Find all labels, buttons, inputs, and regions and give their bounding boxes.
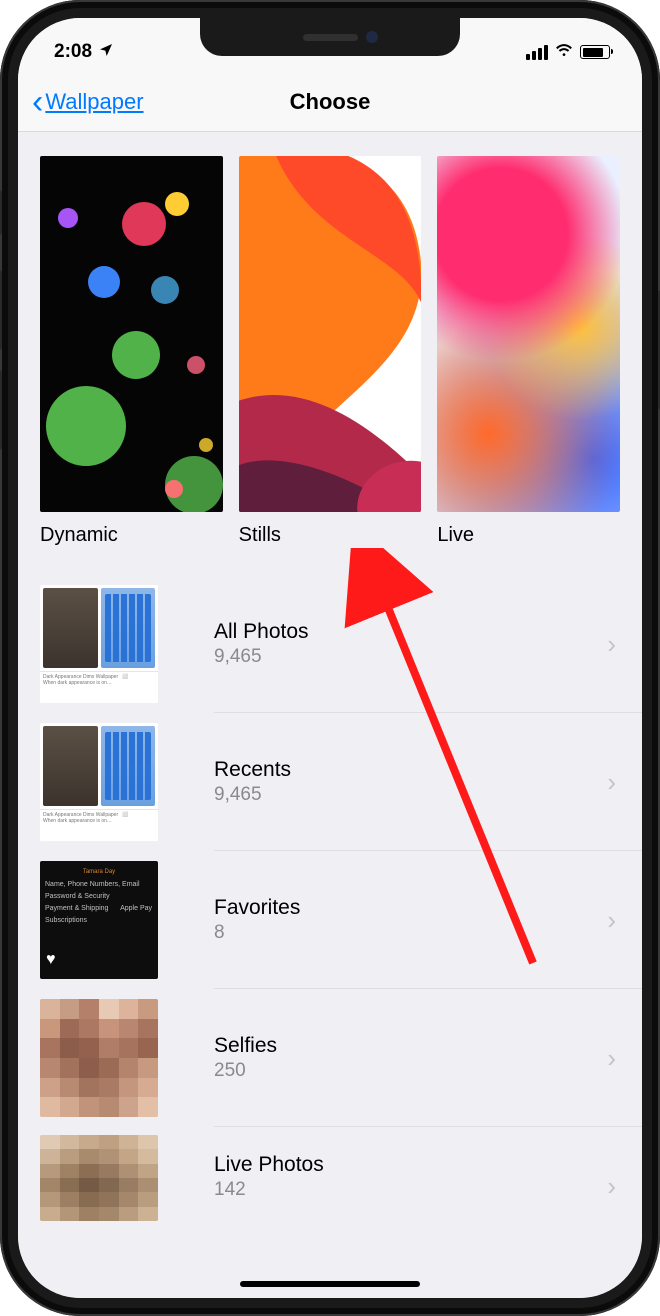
album-name: Live Photos [214, 1153, 607, 1177]
location-icon [98, 42, 114, 63]
album-count: 142 [214, 1179, 607, 1201]
category-label: Dynamic [40, 524, 223, 547]
album-count: 8 [214, 922, 607, 944]
battery-icon [580, 45, 610, 59]
album-list: Dark Appearance Dims Wallpaper ⬜When dar… [18, 575, 642, 1237]
chevron-right-icon: › [607, 905, 616, 936]
category-live[interactable]: Live [437, 156, 620, 547]
nav-bar: ‹ Wallpaper Choose [18, 72, 642, 132]
album-thumbnail: Tamara Day Name, Phone Numbers, Email Pa… [40, 861, 158, 979]
album-row-live-photos[interactable]: Live Photos 142 › [18, 1127, 642, 1237]
album-name: Favorites [214, 896, 607, 920]
page-title: Choose [290, 89, 371, 115]
chevron-right-icon: › [607, 629, 616, 660]
category-label: Live [437, 524, 620, 547]
album-thumbnail [40, 999, 158, 1117]
chevron-right-icon: › [607, 1043, 616, 1074]
category-stills-thumbnail [239, 156, 422, 512]
album-thumbnail [40, 1135, 158, 1221]
album-name: All Photos [214, 620, 607, 644]
album-row-selfies[interactable]: Selfies 250 › [18, 989, 642, 1127]
wallpaper-categories: Dynamic Stills [18, 156, 642, 575]
volume-down-button [0, 370, 2, 450]
category-dynamic[interactable]: Dynamic [40, 156, 223, 547]
chevron-left-icon: ‹ [32, 85, 43, 119]
screen: 2:08 ‹ Wallpaper Choose [18, 18, 642, 1298]
notch [200, 18, 460, 56]
category-label: Stills [239, 524, 422, 547]
album-thumbnail: Dark Appearance Dims Wallpaper ⬜When dar… [40, 585, 158, 703]
content: Dynamic Stills [18, 132, 642, 1298]
back-button-label: Wallpaper [45, 89, 143, 115]
status-time: 2:08 [54, 41, 92, 63]
album-count: 250 [214, 1060, 607, 1082]
cellular-signal-icon [526, 45, 548, 60]
chevron-right-icon: › [607, 767, 616, 798]
back-button[interactable]: ‹ Wallpaper [32, 85, 144, 119]
category-stills[interactable]: Stills [239, 156, 422, 547]
category-live-thumbnail [437, 156, 620, 512]
wifi-icon [554, 39, 574, 65]
album-count: 9,465 [214, 784, 607, 806]
album-thumbnail: Dark Appearance Dims Wallpaper ⬜When dar… [40, 723, 158, 841]
album-name: Selfies [214, 1034, 607, 1058]
album-count: 9,465 [214, 646, 607, 668]
iphone-frame: 2:08 ‹ Wallpaper Choose [0, 0, 660, 1316]
album-row-recents[interactable]: Dark Appearance Dims Wallpaper ⬜When dar… [18, 713, 642, 851]
heart-icon: ♥ [46, 946, 56, 973]
mute-switch [0, 190, 2, 235]
album-name: Recents [214, 758, 607, 782]
chevron-right-icon: › [607, 1171, 616, 1202]
category-dynamic-thumbnail [40, 156, 223, 512]
album-row-all-photos[interactable]: Dark Appearance Dims Wallpaper ⬜When dar… [18, 575, 642, 713]
home-indicator[interactable] [240, 1281, 420, 1287]
album-row-favorites[interactable]: Tamara Day Name, Phone Numbers, Email Pa… [18, 851, 642, 989]
volume-up-button [0, 270, 2, 350]
